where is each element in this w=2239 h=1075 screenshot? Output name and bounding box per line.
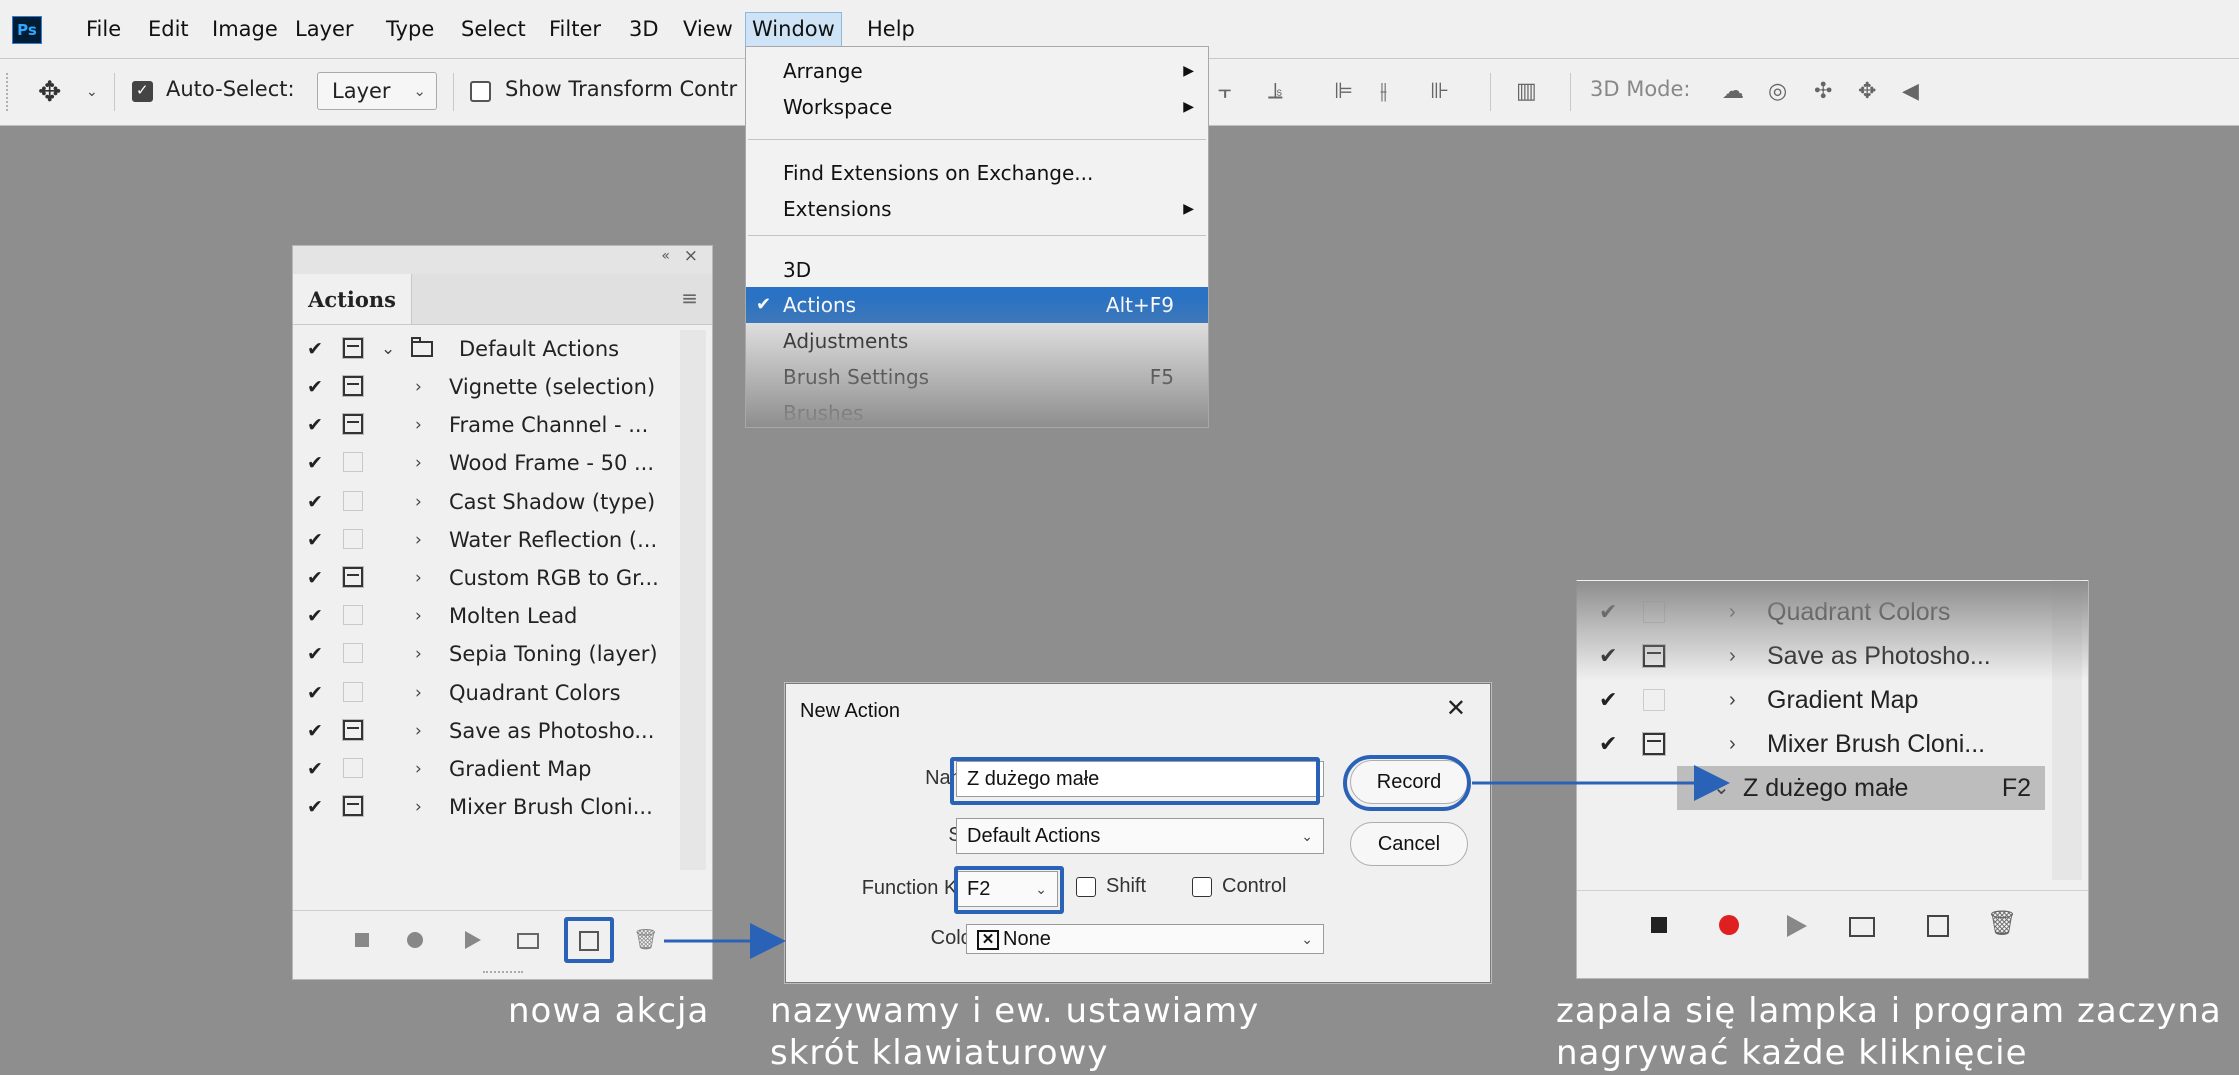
caption-new-action: nowa akcja bbox=[508, 991, 710, 1031]
caption-recording-line2: nagrywać każde kliknięcie bbox=[1556, 1033, 2028, 1073]
caption-naming-line2: skrót klawiaturowy bbox=[770, 1033, 1109, 1073]
annotation-arrows bbox=[664, 765, 1730, 959]
caption-naming-line1: nazywamy i ew. ustawiamy bbox=[770, 991, 1260, 1031]
caption-recording-line1: zapala się lampka i program zaczyna bbox=[1556, 991, 2222, 1031]
